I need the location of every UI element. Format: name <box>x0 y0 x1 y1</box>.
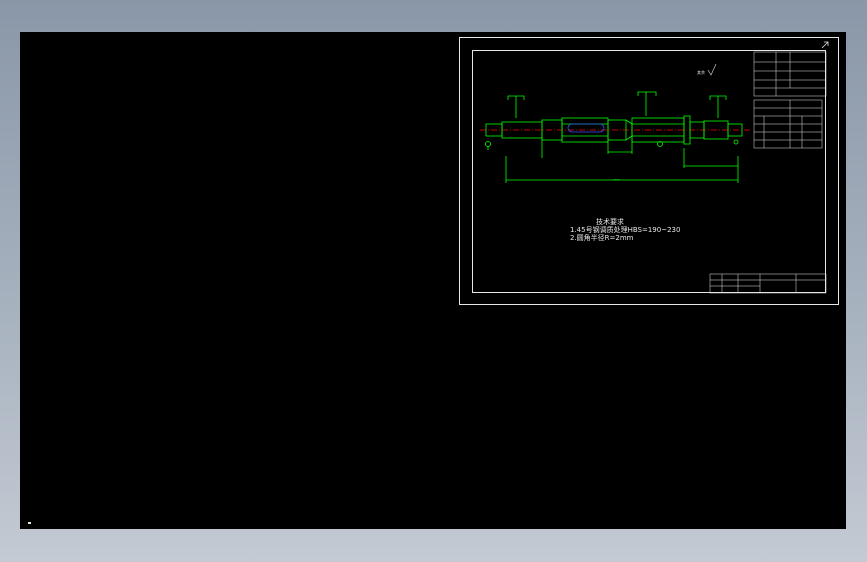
roughness-symbol: 其余 <box>697 63 717 76</box>
keyway <box>567 123 605 133</box>
technical-requirements: 技术要求 1.45号钢调质处理HBS=190~230 2.圆角半径R=2mm <box>570 218 680 242</box>
svg-text:——: —— <box>613 177 621 181</box>
svg-text:其余: 其余 <box>697 69 705 75</box>
requirements-title: 技术要求 <box>596 218 624 226</box>
shaft-outline: —— <box>485 91 743 183</box>
model-space-viewport[interactable]: 其余 —— 技术要求 1.45号钢调质处理HBS=190~230 2.圆角半径R… <box>20 32 846 529</box>
requirement-line-1: 1.45号钢调质处理HBS=190~230 <box>570 226 681 234</box>
parameters-table <box>753 51 827 149</box>
ucs-icon <box>28 522 31 524</box>
corner-mark <box>821 41 829 49</box>
shaft-drawing: 其余 —— <box>480 41 829 294</box>
requirement-line-2: 2.圆角半径R=2mm <box>570 234 634 242</box>
title-block <box>709 273 827 294</box>
drawing-sheet-border: 其余 —— 技术要求 1.45号钢调质处理HBS=190~230 2.圆角半径R… <box>459 37 839 305</box>
